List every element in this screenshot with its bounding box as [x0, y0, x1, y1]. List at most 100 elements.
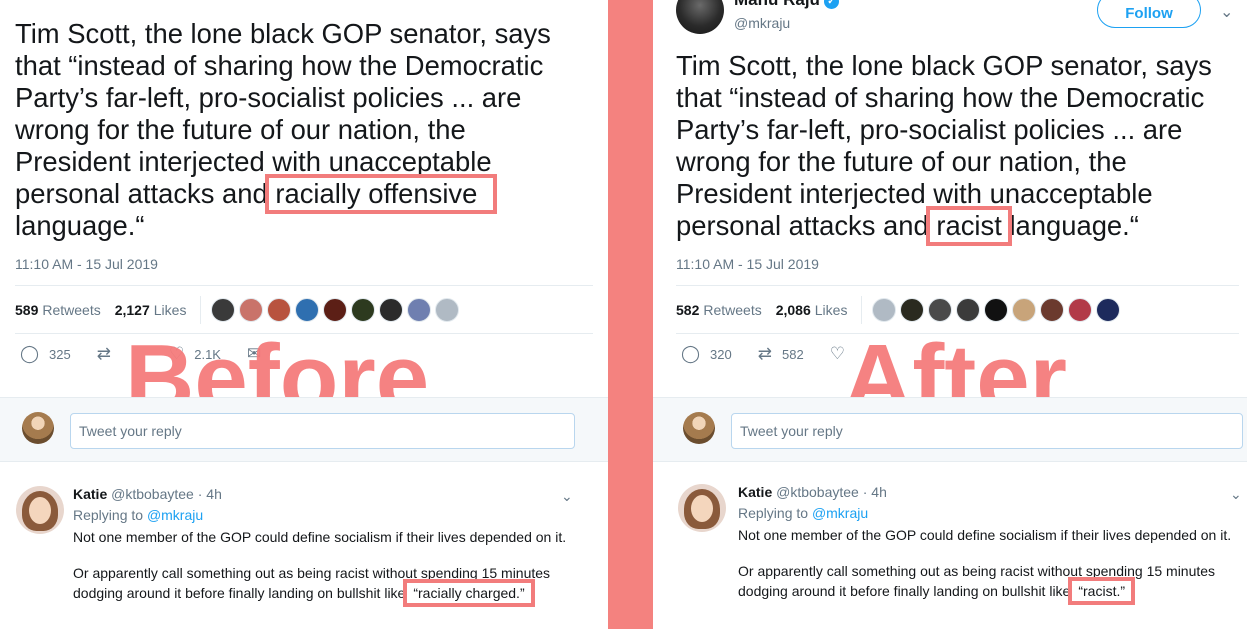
reply-composer: Tweet your reply	[0, 397, 608, 462]
tweet-line: that “instead of sharing how the Democra…	[676, 82, 1205, 113]
replying-to-link[interactable]: @mkraju	[812, 505, 868, 521]
replying-to-link[interactable]: @mkraju	[147, 507, 203, 523]
liker-avatar[interactable]	[1040, 298, 1065, 322]
reply-text-part: dodging around it before finally landing…	[73, 585, 406, 601]
highlight-box: racist	[926, 206, 1012, 246]
likes-stat[interactable]: 2,127 Likes	[115, 302, 187, 318]
reply-action[interactable]: ◯ 320	[681, 344, 732, 364]
reply-text-line: Or apparently call something out as bein…	[73, 565, 551, 581]
likes-stat[interactable]: 2,086 Likes	[776, 302, 848, 318]
retweets-stat[interactable]: 582 Retweets	[676, 302, 762, 318]
replying-to: Replying to @mkraju	[738, 505, 1247, 521]
before-panel: Tim Scott, the lone black GOP senator, s…	[0, 0, 608, 629]
liker-avatar[interactable]	[295, 298, 320, 322]
after-panel: Manu Raju✓ @mkraju Follow ⌄ Tim Scott, t…	[653, 0, 1247, 629]
reply-count: 325	[49, 346, 71, 362]
author-name[interactable]: Manu Raju✓	[734, 0, 839, 10]
liker-avatar[interactable]	[956, 298, 981, 322]
reply-tweet[interactable]: Katie @ktbobaytee · 4h ⌄ Replying to @mk…	[0, 462, 608, 629]
replying-to: Replying to @mkraju	[73, 507, 593, 523]
avatar	[683, 412, 715, 444]
reply-text-line: dodging around it before finally landing…	[738, 577, 1247, 605]
reply-text-line: Not one member of the GOP could define s…	[73, 529, 567, 545]
reply-tweet[interactable]: Katie @ktbobaytee · 4h ⌄ Replying to @mk…	[653, 462, 1247, 629]
reply-author-handle[interactable]: @ktbobaytee	[776, 484, 859, 500]
liker-avatar[interactable]	[1096, 298, 1121, 322]
chevron-down-icon[interactable]: ⌄	[1230, 486, 1242, 503]
avatar[interactable]	[16, 486, 64, 534]
likes-count: 2,086	[775, 302, 811, 318]
reply-author-handle[interactable]: @ktbobaytee	[111, 486, 194, 502]
liker-avatar[interactable]	[900, 298, 925, 322]
tweet-timestamp[interactable]: 11:10 AM - 15 Jul 2019	[676, 256, 819, 272]
reply-input[interactable]: Tweet your reply	[70, 413, 575, 449]
tweet-timestamp[interactable]: 11:10 AM - 15 Jul 2019	[15, 256, 158, 272]
chevron-down-icon[interactable]: ⌄	[561, 488, 573, 505]
retweet-icon: ⇄	[96, 344, 111, 363]
likes-count: 2,127	[114, 302, 150, 318]
liker-avatar[interactable]	[407, 298, 432, 322]
tweet-line: language.“	[15, 210, 145, 241]
likers-avatars	[200, 296, 463, 324]
avatar	[22, 412, 54, 444]
tweet-line: wrong for the future of our nation, the	[676, 146, 1127, 177]
tweet-line: personal attacks and racially offensive	[15, 174, 590, 214]
tweet-line: that “instead of sharing how the Democra…	[15, 50, 544, 81]
likes-label: Likes	[814, 302, 848, 318]
retweets-stat[interactable]: 589 Retweets	[15, 302, 101, 318]
reply-body: Katie @ktbobaytee · 4h ⌄ Replying to @mk…	[73, 486, 593, 607]
author-name-text: Manu Raju	[734, 0, 820, 9]
reply-time[interactable]: · 4h	[198, 486, 222, 502]
reply-count: 320	[710, 346, 732, 362]
retweet-action[interactable]: ⇄	[97, 344, 121, 364]
tweet-line: wrong for the future of our nation, the	[15, 114, 466, 145]
liker-avatar[interactable]	[379, 298, 404, 322]
tweet-text: Tim Scott, the lone black GOP senator, s…	[15, 18, 590, 242]
reply-icon: ◯	[20, 344, 40, 363]
avatar[interactable]	[676, 0, 724, 34]
center-divider	[608, 0, 653, 629]
verified-icon: ✓	[823, 0, 839, 9]
reply-input[interactable]: Tweet your reply	[731, 413, 1243, 449]
retweets-count: 589	[15, 302, 39, 318]
reply-text-line: Not one member of the GOP could define s…	[738, 527, 1232, 543]
likers-avatars	[861, 296, 1124, 324]
liker-avatar[interactable]	[1012, 298, 1037, 322]
liker-avatar[interactable]	[323, 298, 348, 322]
tweet-line-part: language.“	[1001, 210, 1139, 241]
tweet-line: Party’s far-left, pro-socialist policies…	[676, 114, 1183, 145]
liker-avatar[interactable]	[239, 298, 264, 322]
tweet-line: President interjected with unacceptable	[676, 178, 1153, 209]
reply-time[interactable]: · 4h	[863, 484, 887, 500]
divider-line	[676, 285, 1239, 286]
follow-button[interactable]: Follow	[1097, 0, 1201, 28]
liker-avatar[interactable]	[872, 298, 897, 322]
reply-action[interactable]: ◯ 325	[20, 344, 71, 364]
liker-avatar[interactable]	[435, 298, 460, 322]
tweet-line-part: personal attacks and	[15, 178, 276, 209]
reply-text-line: dodging around it before finally landing…	[73, 579, 593, 607]
liker-avatar[interactable]	[928, 298, 953, 322]
retweet-action[interactable]: ⇄ 582	[758, 344, 804, 364]
liker-avatar[interactable]	[1068, 298, 1093, 322]
tweet-line: Party’s far-left, pro-socialist policies…	[15, 82, 522, 113]
highlight-box: racially offensive	[265, 174, 498, 214]
highlight-box: “racist.”	[1068, 577, 1135, 605]
liker-avatar[interactable]	[984, 298, 1009, 322]
reply-text-line: Or apparently call something out as bein…	[738, 563, 1216, 579]
avatar[interactable]	[678, 484, 726, 532]
reply-author-name[interactable]: Katie	[738, 484, 772, 500]
divider-line	[15, 285, 593, 286]
reply-author-name[interactable]: Katie	[73, 486, 107, 502]
liker-avatar[interactable]	[211, 298, 236, 322]
reply-header: Katie @ktbobaytee · 4h	[73, 486, 593, 502]
liker-avatar[interactable]	[267, 298, 292, 322]
author-handle[interactable]: @mkraju	[734, 15, 790, 31]
liker-avatar[interactable]	[351, 298, 376, 322]
tweet-line: President interjected with unacceptable	[15, 146, 492, 177]
reply-icon: ◯	[681, 344, 701, 363]
replying-prefix: Replying to	[73, 507, 144, 523]
tweet-stats: 589 Retweets 2,127 Likes	[15, 296, 463, 324]
retweets-count: 582	[676, 302, 700, 318]
chevron-down-icon[interactable]: ⌄	[1220, 2, 1233, 22]
